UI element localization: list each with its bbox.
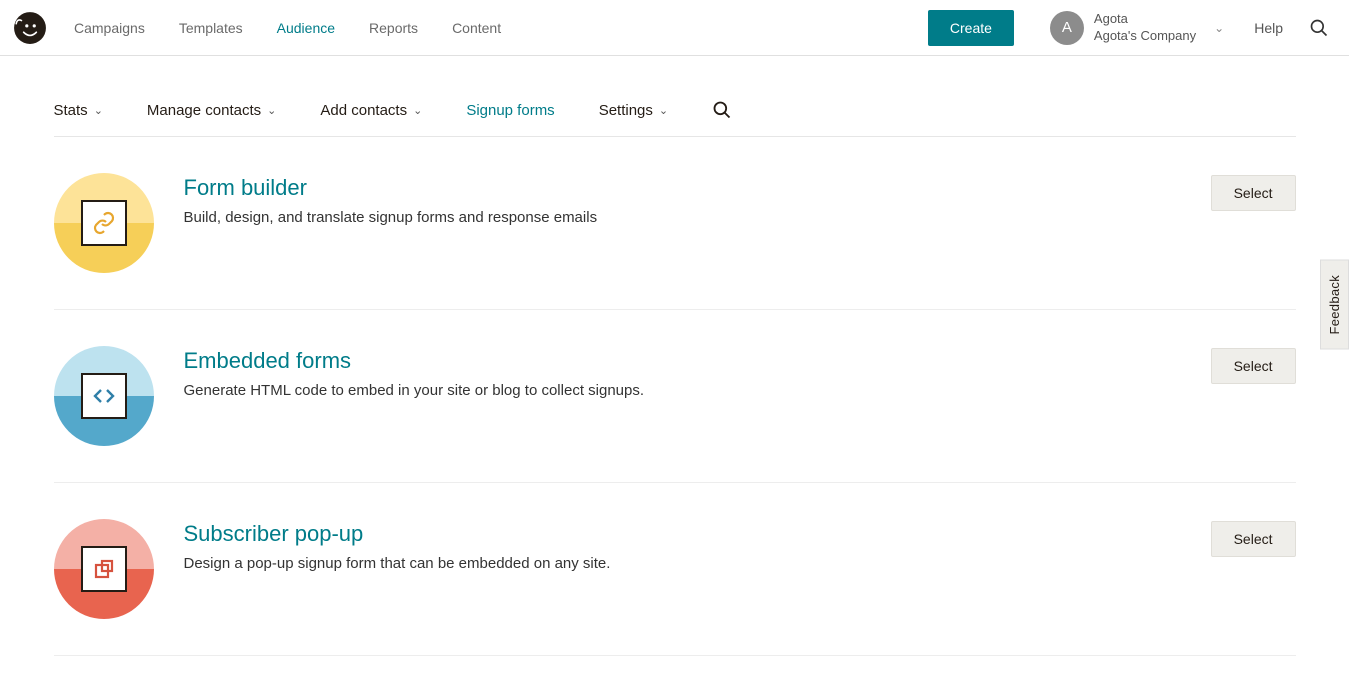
feedback-tab[interactable]: Feedback — [1320, 260, 1349, 350]
form-body: Form builder Build, design, and translat… — [184, 173, 1181, 226]
form-description: Generate HTML code to embed in your site… — [184, 382, 1181, 399]
chevron-down-icon: ⌄ — [659, 104, 668, 117]
subnav-label: Add contacts — [320, 102, 407, 119]
form-title[interactable]: Subscriber pop-up — [184, 521, 1181, 547]
audience-subnav: Stats ⌄ Manage contacts ⌄ Add contacts ⌄… — [54, 56, 1296, 137]
page-content: Stats ⌄ Manage contacts ⌄ Add contacts ⌄… — [54, 56, 1296, 696]
select-button[interactable]: Select — [1211, 521, 1296, 557]
account-text: Agota Agota's Company — [1094, 11, 1196, 44]
chevron-down-icon: ⌄ — [94, 104, 103, 117]
search-icon[interactable] — [712, 100, 732, 120]
form-description: Build, design, and translate signup form… — [184, 209, 1181, 226]
nav-content[interactable]: Content — [452, 20, 501, 36]
account-company: Agota's Company — [1094, 28, 1196, 44]
help-link[interactable]: Help — [1254, 20, 1283, 36]
select-button[interactable]: Select — [1211, 348, 1296, 384]
mailchimp-logo-icon — [13, 11, 47, 45]
form-builder-icon — [54, 173, 154, 273]
chevron-down-icon: ⌄ — [413, 104, 422, 117]
form-option-form-builder: Form builder Build, design, and translat… — [54, 137, 1296, 310]
subnav-label: Settings — [599, 102, 653, 119]
subnav-signup-forms[interactable]: Signup forms — [466, 102, 554, 119]
account-name: Agota — [1094, 11, 1196, 27]
form-body: Subscriber pop-up Design a pop-up signup… — [184, 519, 1181, 572]
form-description: Design a pop-up signup form that can be … — [184, 555, 1181, 572]
form-title[interactable]: Form builder — [184, 175, 1181, 201]
nav-reports[interactable]: Reports — [369, 20, 418, 36]
subnav-label: Signup forms — [466, 102, 554, 119]
chevron-down-icon: ⌄ — [267, 104, 276, 117]
embedded-forms-icon — [54, 346, 154, 446]
logo[interactable] — [12, 10, 48, 46]
chevron-down-icon: ⌄ — [1214, 21, 1224, 35]
subnav-label: Stats — [54, 102, 88, 119]
top-nav: Campaigns Templates Audience Reports Con… — [0, 0, 1349, 56]
subnav-manage-contacts[interactable]: Manage contacts ⌄ — [147, 102, 276, 119]
nav-templates[interactable]: Templates — [179, 20, 243, 36]
create-button[interactable]: Create — [928, 10, 1014, 46]
subnav-label: Manage contacts — [147, 102, 261, 119]
account-menu[interactable]: A Agota Agota's Company ⌄ — [1050, 11, 1224, 45]
nav-campaigns[interactable]: Campaigns — [74, 20, 145, 36]
link-icon — [92, 211, 116, 235]
form-option-embedded-forms: Embedded forms Generate HTML code to emb… — [54, 310, 1296, 483]
nav-links: Campaigns Templates Audience Reports Con… — [74, 20, 501, 36]
subnav-settings[interactable]: Settings ⌄ — [599, 102, 668, 119]
form-body: Embedded forms Generate HTML code to emb… — [184, 346, 1181, 399]
form-title[interactable]: Embedded forms — [184, 348, 1181, 374]
avatar: A — [1050, 11, 1084, 45]
subnav-stats[interactable]: Stats ⌄ — [54, 102, 103, 119]
search-icon[interactable] — [1309, 18, 1329, 38]
subscriber-popup-icon — [54, 519, 154, 619]
code-icon — [92, 384, 116, 408]
popup-icon — [92, 557, 116, 581]
subnav-add-contacts[interactable]: Add contacts ⌄ — [320, 102, 422, 119]
form-option-subscriber-popup: Subscriber pop-up Design a pop-up signup… — [54, 483, 1296, 656]
nav-audience[interactable]: Audience — [277, 20, 335, 36]
select-button[interactable]: Select — [1211, 175, 1296, 211]
